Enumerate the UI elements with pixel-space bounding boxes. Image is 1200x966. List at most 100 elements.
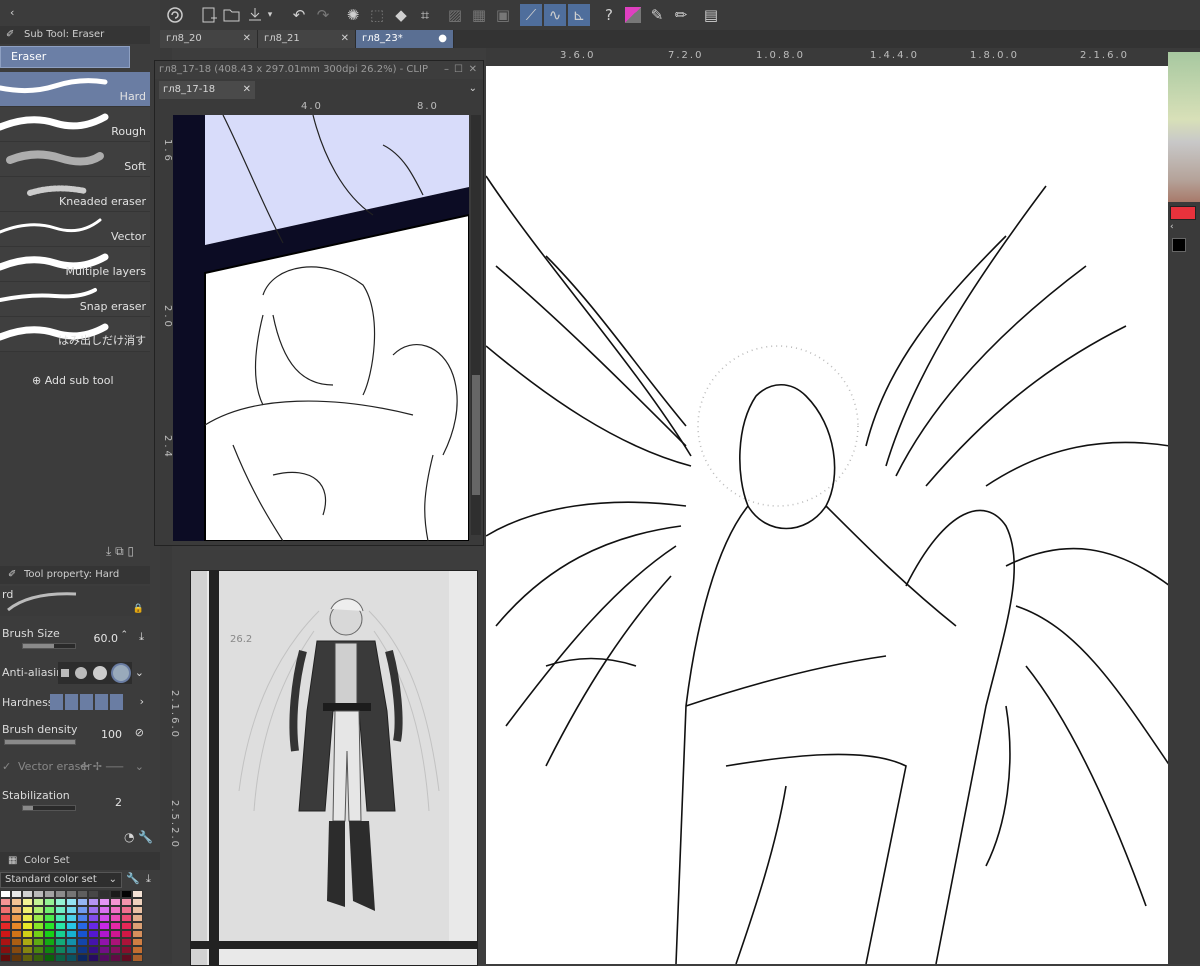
color-swatch[interactable]: [33, 930, 44, 938]
hardness-options[interactable]: [50, 694, 123, 710]
color-swatch[interactable]: [55, 946, 66, 954]
color-swatch[interactable]: [55, 906, 66, 914]
color-swatch[interactable]: [77, 922, 88, 930]
color-swatch[interactable]: [132, 890, 143, 898]
color-swatch[interactable]: [121, 946, 132, 954]
color-swatch[interactable]: [132, 898, 143, 906]
color-swatch[interactable]: [44, 946, 55, 954]
color-swatch[interactable]: [110, 938, 121, 946]
color-swatch[interactable]: [88, 954, 99, 962]
chevron-left-icon[interactable]: ‹: [1170, 222, 1174, 232]
color-swatch[interactable]: [132, 914, 143, 922]
color-swatch[interactable]: [110, 906, 121, 914]
color-swatch[interactable]: [99, 922, 110, 930]
spinner-icon[interactable]: ⌃: [120, 630, 128, 640]
subtool-item-hard[interactable]: Hard: [0, 72, 150, 107]
color-swatch[interactable]: [110, 898, 121, 906]
color-swatch[interactable]: [66, 922, 77, 930]
color-swatch[interactable]: [0, 890, 11, 898]
brush-size-slider[interactable]: [22, 643, 76, 649]
antialias-options[interactable]: [58, 662, 132, 684]
subtool-item-vector[interactable]: Vector: [0, 212, 150, 247]
loading-icon[interactable]: ✺: [342, 4, 364, 26]
color-swatch[interactable]: [121, 914, 132, 922]
color-swatch[interactable]: [66, 938, 77, 946]
color-swatch[interactable]: [77, 890, 88, 898]
color-swatch[interactable]: [22, 914, 33, 922]
color-swatch[interactable]: [0, 906, 11, 914]
hardness-level-icon[interactable]: [50, 694, 63, 710]
antialias-strong-icon[interactable]: [113, 665, 129, 681]
close-icon[interactable]: ✕: [243, 81, 251, 99]
color-swatch[interactable]: [88, 906, 99, 914]
snap-ruler-icon[interactable]: ⟋: [520, 4, 542, 26]
navigator-thumbnail[interactable]: [1168, 52, 1200, 202]
color-swatch[interactable]: [33, 938, 44, 946]
fill-icon[interactable]: ◆: [390, 4, 412, 26]
color-swatch[interactable]: [110, 946, 121, 954]
pencil-icon[interactable]: ✏: [670, 4, 692, 26]
color-swatch[interactable]: [77, 946, 88, 954]
download-icon[interactable]: ⤓: [106, 544, 111, 558]
save-dropdown-chevron-icon[interactable]: ▾: [264, 4, 276, 26]
color-swatch[interactable]: [88, 914, 99, 922]
frame-icon[interactable]: ▣: [492, 4, 514, 26]
color-swatch[interactable]: [11, 906, 22, 914]
color-swatch[interactable]: [121, 922, 132, 930]
color-swatch[interactable]: [121, 954, 132, 962]
settings-dial-icon[interactable]: ◔: [124, 830, 134, 844]
brush-density-slider[interactable]: [4, 739, 76, 745]
maximize-icon[interactable]: ☐: [454, 61, 463, 79]
color-swatch[interactable]: [44, 898, 55, 906]
minimize-icon[interactable]: –: [444, 61, 449, 79]
color-swatch[interactable]: [99, 906, 110, 914]
hardness-level-icon[interactable]: [110, 694, 123, 710]
grid-icon[interactable]: ▦: [468, 4, 490, 26]
brush-density-value[interactable]: 100: [101, 728, 122, 741]
redo-icon[interactable]: ↷: [312, 4, 334, 26]
color-swatch[interactable]: [66, 914, 77, 922]
main-color-swatch[interactable]: [1170, 206, 1196, 220]
subtool-item-multiple-layers[interactable]: Multiple layers: [0, 247, 150, 282]
color-swatch[interactable]: [11, 922, 22, 930]
color-swatch[interactable]: [88, 938, 99, 946]
color-swatch[interactable]: [22, 922, 33, 930]
color-swatch[interactable]: [33, 922, 44, 930]
color-swatch[interactable]: [0, 954, 11, 962]
lock-icon[interactable]: 🔒: [133, 604, 144, 614]
color-swatch[interactable]: [132, 946, 143, 954]
color-swatch[interactable]: [11, 898, 22, 906]
color-swatch[interactable]: [44, 922, 55, 930]
subtool-item-rough[interactable]: Rough: [0, 107, 150, 142]
open-icon[interactable]: [221, 4, 243, 26]
color-swatch[interactable]: [33, 906, 44, 914]
color-swatch[interactable]: [55, 890, 66, 898]
wrench-icon[interactable]: 🔧: [138, 830, 153, 844]
color-swatch[interactable]: [22, 898, 33, 906]
color-swatch[interactable]: [88, 922, 99, 930]
color-swatch[interactable]: [132, 922, 143, 930]
add-sub-tool-button[interactable]: ⊕ Add sub tool: [32, 374, 114, 387]
subview-canvas[interactable]: [173, 115, 469, 541]
color-swatch[interactable]: [33, 914, 44, 922]
subview-title-bar[interactable]: гл8_17-18 (408.43 x 297.01mm 300dpi 26.2…: [155, 61, 483, 79]
color-swatch[interactable]: [22, 930, 33, 938]
antialias-medium-icon[interactable]: [93, 666, 107, 680]
color-swatch[interactable]: [88, 930, 99, 938]
color-swatch[interactable]: [110, 890, 121, 898]
color-swatch[interactable]: [33, 898, 44, 906]
color-swatch[interactable]: [121, 898, 132, 906]
color-swatch[interactable]: [132, 930, 143, 938]
color-swatch[interactable]: [22, 938, 33, 946]
vector-options-icon[interactable]: ✢ ✢ ⸺: [80, 758, 124, 774]
color-swatch[interactable]: [121, 930, 132, 938]
hardness-level-icon[interactable]: [80, 694, 93, 710]
color-swatch[interactable]: [121, 906, 132, 914]
color-swatch[interactable]: [55, 930, 66, 938]
pen-icon[interactable]: ✎: [646, 4, 668, 26]
chevron-down-icon[interactable]: ⌄: [135, 666, 144, 679]
color-swatch[interactable]: [110, 930, 121, 938]
color-swatch[interactable]: [110, 954, 121, 962]
color-swatch[interactable]: [55, 914, 66, 922]
stabilization-value[interactable]: 2: [115, 796, 122, 809]
